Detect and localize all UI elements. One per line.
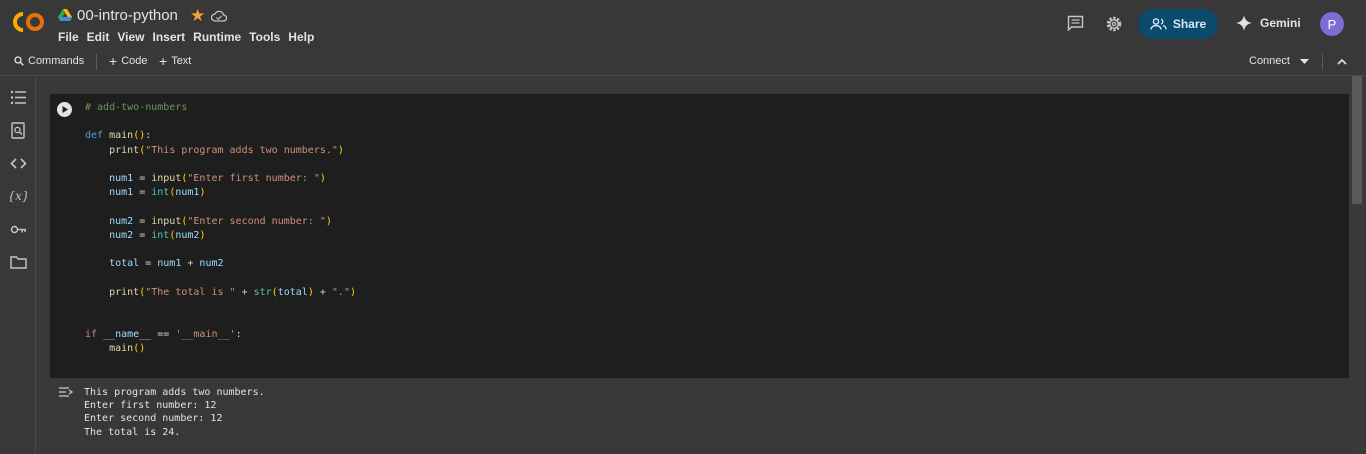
menu-edit[interactable]: Edit <box>87 30 110 44</box>
gemini-label: Gemini <box>1260 16 1301 30</box>
star-icon[interactable]: ★ <box>190 6 205 26</box>
drive-icon <box>58 9 72 21</box>
commands-label: Commands <box>28 55 85 67</box>
add-code-button[interactable]: + Code <box>109 52 148 69</box>
commands-button[interactable]: Commands <box>14 55 84 67</box>
output-line: The total is 24. <box>84 426 181 438</box>
toolbar-divider <box>96 54 97 70</box>
menu-file[interactable]: File <box>58 30 79 44</box>
table-of-contents-icon[interactable] <box>10 89 27 106</box>
menu-runtime[interactable]: Runtime <box>193 30 241 44</box>
menu-bar: File Edit View Insert Runtime Tools Help <box>58 30 322 44</box>
code-editor[interactable]: # add-two-numbers def main(): print("Thi… <box>85 101 356 357</box>
menu-view[interactable]: View <box>117 30 144 44</box>
code-line: # add-two-numbers <box>85 102 188 113</box>
add-text-button[interactable]: + Text <box>159 52 192 69</box>
cell-toolbar: Commands + Code + Text Connect <box>0 50 1366 76</box>
gemini-sparkle-icon <box>1236 15 1252 31</box>
menu-tools[interactable]: Tools <box>249 30 280 44</box>
svg-text:{x}: {x} <box>10 189 27 203</box>
cloud-saved-icon[interactable] <box>211 10 227 22</box>
cell-output: This program adds two numbers. Enter fir… <box>84 386 265 439</box>
avatar[interactable]: P <box>1320 12 1344 36</box>
toolbar-divider <box>1322 54 1323 70</box>
output-line: This program adds two numbers. <box>84 387 265 398</box>
left-sidebar: {x} <box>0 76 36 454</box>
connect-button[interactable]: Connect <box>1249 55 1290 67</box>
comment-icon[interactable] <box>1067 15 1084 31</box>
chevron-up-icon[interactable] <box>1337 58 1347 65</box>
menu-help[interactable]: Help <box>288 30 314 44</box>
plus-icon: + <box>159 52 168 69</box>
share-label: Share <box>1172 17 1207 31</box>
output-line: Enter first number: 12 <box>84 400 217 412</box>
top-bar: 00-intro-python ★ File Edit View Insert … <box>0 0 1366 50</box>
code-snippets-icon[interactable] <box>10 155 27 172</box>
add-code-label: Code <box>121 55 148 67</box>
folder-icon[interactable] <box>10 254 27 271</box>
run-cell-icon[interactable] <box>56 101 73 118</box>
notebook-title[interactable]: 00-intro-python <box>77 7 178 24</box>
search-icon <box>14 56 24 66</box>
plus-icon: + <box>109 52 118 69</box>
key-icon[interactable] <box>10 221 27 238</box>
gemini-button[interactable]: Gemini <box>1236 15 1301 31</box>
people-icon <box>1150 18 1167 30</box>
gear-icon[interactable] <box>1105 15 1123 33</box>
menu-insert[interactable]: Insert <box>152 30 185 44</box>
share-button[interactable]: Share <box>1138 9 1218 39</box>
colab-logo-icon[interactable] <box>12 10 46 34</box>
connect-label: Connect <box>1249 55 1290 67</box>
add-text-label: Text <box>171 55 192 67</box>
find-document-icon[interactable] <box>10 122 27 139</box>
chevron-down-icon[interactable] <box>1300 59 1309 65</box>
scrollbar-thumb[interactable] <box>1352 76 1362 204</box>
output-line: Enter second number: 12 <box>84 413 223 425</box>
output-toggle-icon[interactable] <box>58 386 74 400</box>
variables-icon[interactable]: {x} <box>10 187 27 204</box>
